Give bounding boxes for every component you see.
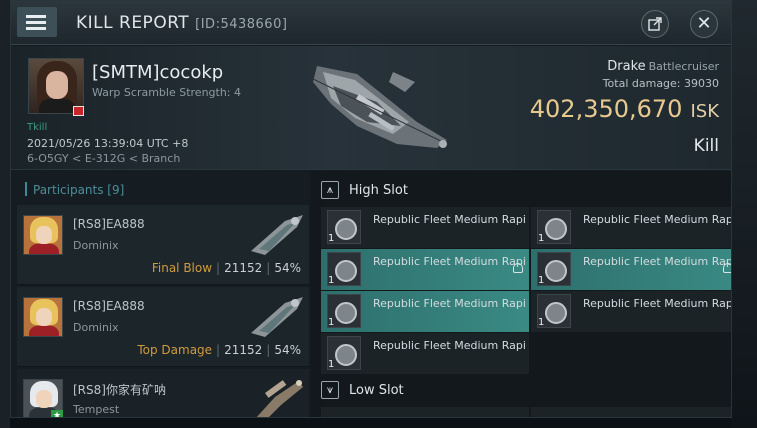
- isk-amount: 402,350,670: [529, 95, 683, 123]
- kill-location[interactable]: 6-O5GY < E-312G < Branch: [27, 152, 180, 165]
- module-name: Republic Fleet Medium Rapi: [583, 297, 732, 310]
- module-name: Republic Fleet Medium Rapi: [373, 255, 525, 268]
- share-button[interactable]: [641, 10, 669, 38]
- participant-ship: Dominix: [73, 321, 119, 334]
- participant-percent: 54%: [274, 261, 301, 275]
- title-text: KILL REPORT: [76, 13, 190, 33]
- avatar: [23, 297, 63, 337]
- participant-ship-image: [251, 215, 303, 255]
- participant-ship: Dominix: [73, 239, 119, 252]
- module-item[interactable]: 1 Republic Fleet Medium Rapi: [321, 207, 529, 248]
- module-qty: 1: [328, 275, 335, 286]
- report-id: [ID:5438660]: [195, 17, 288, 32]
- total-damage: Total damage: 39030: [602, 77, 719, 90]
- background-left: [0, 0, 10, 428]
- module-qty: 1: [328, 359, 335, 370]
- module-item[interactable]: 1 Republic Fleet Medium Rapi: [321, 333, 529, 374]
- module-qty: 1: [538, 275, 545, 286]
- module-qty: 1: [328, 317, 335, 328]
- module-item[interactable]: 1 Republic Fleet Medium Rapi: [531, 249, 732, 290]
- window-header: KILL REPORT [ID:5438660] ✕: [11, 1, 731, 45]
- participant-percent: 54%: [274, 343, 301, 357]
- menu-icon-line: [26, 21, 46, 24]
- standing-badge-icon: [73, 106, 84, 116]
- share-icon: [648, 17, 662, 31]
- module-item[interactable]: 1 Republic Fleet Medium Rapi: [531, 207, 732, 248]
- window-title: KILL REPORT [ID:5438660]: [76, 13, 287, 33]
- participant-damage: 21152: [224, 261, 263, 275]
- module-qty: 1: [538, 233, 545, 244]
- kill-tag: Tkill: [27, 122, 48, 133]
- participant-row[interactable]: ★ [RS8]你家有矿呐 Tempest: [17, 369, 309, 417]
- participant-damage: 21152: [224, 343, 263, 357]
- high-slot-icon: ⩚: [321, 181, 339, 199]
- high-slot-label: High Slot: [349, 183, 408, 198]
- module-item[interactable]: 1 Republic Fleet Medium Rapi: [321, 291, 529, 332]
- participant-name: [RS8]EA888: [73, 299, 145, 313]
- module-name: Republic Fleet Medium Rapi: [583, 213, 732, 226]
- close-button[interactable]: ✕: [690, 10, 718, 38]
- victim-banner: [SMTM]cocokp Warp Scramble Strength: 4 T…: [11, 46, 731, 170]
- module-item[interactable]: [531, 407, 731, 417]
- victim-ship-name[interactable]: Drake Battlecruiser: [607, 59, 719, 74]
- module-name: Republic Fleet Medium Rapi: [373, 339, 525, 352]
- background-right: [731, 0, 757, 428]
- menu-button[interactable]: [17, 7, 57, 37]
- participant-ship: Tempest: [73, 403, 120, 416]
- isk-value: 402,350,670 ISK: [530, 95, 719, 123]
- kill-report-window: KILL REPORT [ID:5438660] ✕ [SMTM]cocokp W…: [10, 0, 732, 418]
- participant-stats: Top Damage | 21152 | 54%: [137, 343, 301, 357]
- participant-row[interactable]: [RS8]EA888 Dominix Top Damage | 21152 | 54%: [17, 287, 309, 367]
- participant-name: [RS8]EA888: [73, 217, 145, 231]
- close-icon: ✕: [696, 13, 712, 34]
- participant-role: Final Blow: [151, 261, 213, 275]
- module-name: Republic Fleet Medium Rapi: [373, 297, 525, 310]
- fitting-panel: ⩚ High Slot 1 Republic Fleet Medium Rapi…: [311, 171, 732, 417]
- module-qty: 1: [328, 233, 335, 244]
- victim-name[interactable]: [SMTM]cocokp: [92, 62, 223, 83]
- participant-row[interactable]: [RS8]EA888 Dominix Final Blow | 21152 | 54%: [17, 205, 309, 285]
- participant-name: [RS8]你家有矿呐: [73, 383, 166, 397]
- module-item[interactable]: 1 Republic Fleet Medium Rapi: [321, 249, 529, 290]
- warp-scramble-strength: Warp Scramble Strength: 4: [92, 86, 242, 99]
- participant-role: Top Damage: [137, 343, 213, 357]
- participant-ship-image: [251, 297, 303, 337]
- star-icon: ★: [51, 410, 63, 417]
- module-item[interactable]: 1 Republic Fleet Medium Rapi: [531, 291, 732, 332]
- menu-icon-line: [26, 15, 46, 18]
- low-slot-icon: ⩛: [321, 381, 339, 399]
- kill-result-label: Kill: [693, 136, 719, 156]
- module-item[interactable]: [321, 407, 529, 417]
- participant-stats: Final Blow | 21152 | 54%: [151, 261, 301, 275]
- participants-label: Participants [9]: [33, 183, 125, 197]
- pilot-icon: [513, 263, 523, 273]
- low-slot-label: Low Slot: [349, 383, 404, 398]
- menu-icon-line: [26, 27, 46, 30]
- kill-datetime: 2021/05/26 13:39:04 UTC +8: [27, 137, 189, 150]
- avatar: [23, 215, 63, 255]
- participant-ship-image: [256, 380, 303, 417]
- isk-unit: ISK: [690, 101, 719, 122]
- participants-panel: Participants [9] [RS8]EA888 Dominix Fina…: [11, 171, 309, 417]
- pilot-icon: [723, 263, 731, 273]
- module-name: Republic Fleet Medium Rapi: [373, 213, 525, 226]
- module-name: Republic Fleet Medium Rapi: [583, 255, 732, 268]
- participants-header[interactable]: Participants [9]: [11, 177, 309, 203]
- ship-name-text: Drake: [607, 59, 646, 74]
- ship-class: Battlecruiser: [648, 60, 719, 73]
- module-qty: 1: [538, 317, 545, 328]
- victim-ship-image[interactable]: [297, 52, 457, 164]
- high-slot-header: ⩚ High Slot: [317, 175, 731, 205]
- low-slot-header: ⩛ Low Slot: [317, 375, 731, 405]
